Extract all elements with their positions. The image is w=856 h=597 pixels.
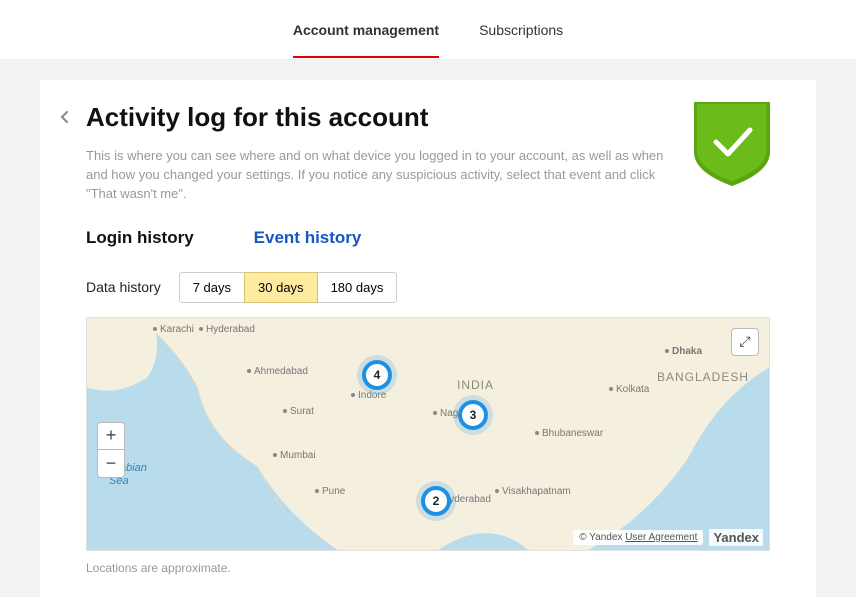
fullscreen-button[interactable]: ⤢	[731, 328, 759, 356]
subtab-event-history[interactable]: Event history	[254, 228, 362, 248]
range-7-days[interactable]: 7 days	[179, 272, 245, 303]
range-button-group: 7 days 30 days 180 days	[179, 272, 398, 303]
yandex-logo: Yandex	[709, 529, 763, 546]
history-subtabs: Login history Event history	[86, 228, 770, 248]
map-cluster[interactable]: 4	[362, 360, 392, 390]
range-180-days[interactable]: 180 days	[317, 272, 398, 303]
zoom-out-button[interactable]: −	[97, 450, 125, 478]
tab-subscriptions[interactable]: Subscriptions	[479, 2, 563, 58]
user-agreement-link[interactable]: User Agreement	[625, 532, 697, 543]
map-cluster[interactable]: 3	[458, 400, 488, 430]
tab-account-management[interactable]: Account management	[293, 2, 439, 58]
attribution-text: © Yandex User Agreement	[573, 530, 703, 545]
login-map[interactable]: Arabian Sea INDIA BANGLADESH Karachi Hyd…	[86, 317, 770, 551]
page-title: Activity log for this account	[86, 102, 770, 133]
data-range-label: Data history	[86, 279, 161, 295]
locations-footnote: Locations are approximate.	[86, 561, 770, 575]
range-30-days[interactable]: 30 days	[244, 272, 318, 303]
attribution-prefix: © Yandex	[579, 532, 625, 543]
back-arrow-icon[interactable]	[58, 110, 72, 124]
security-shield-icon	[694, 102, 770, 186]
zoom-in-button[interactable]: +	[97, 422, 125, 450]
map-attribution: © Yandex User Agreement Yandex	[573, 529, 763, 546]
top-nav: Account management Subscriptions	[0, 0, 856, 60]
activity-card: Activity log for this account This is wh…	[40, 80, 816, 597]
page-description: This is where you can see where and on w…	[86, 147, 676, 204]
data-range-row: Data history 7 days 30 days 180 days	[86, 272, 770, 303]
map-cluster[interactable]: 2	[421, 486, 451, 516]
subtab-login-history[interactable]: Login history	[86, 228, 194, 248]
zoom-control: + −	[97, 422, 125, 478]
